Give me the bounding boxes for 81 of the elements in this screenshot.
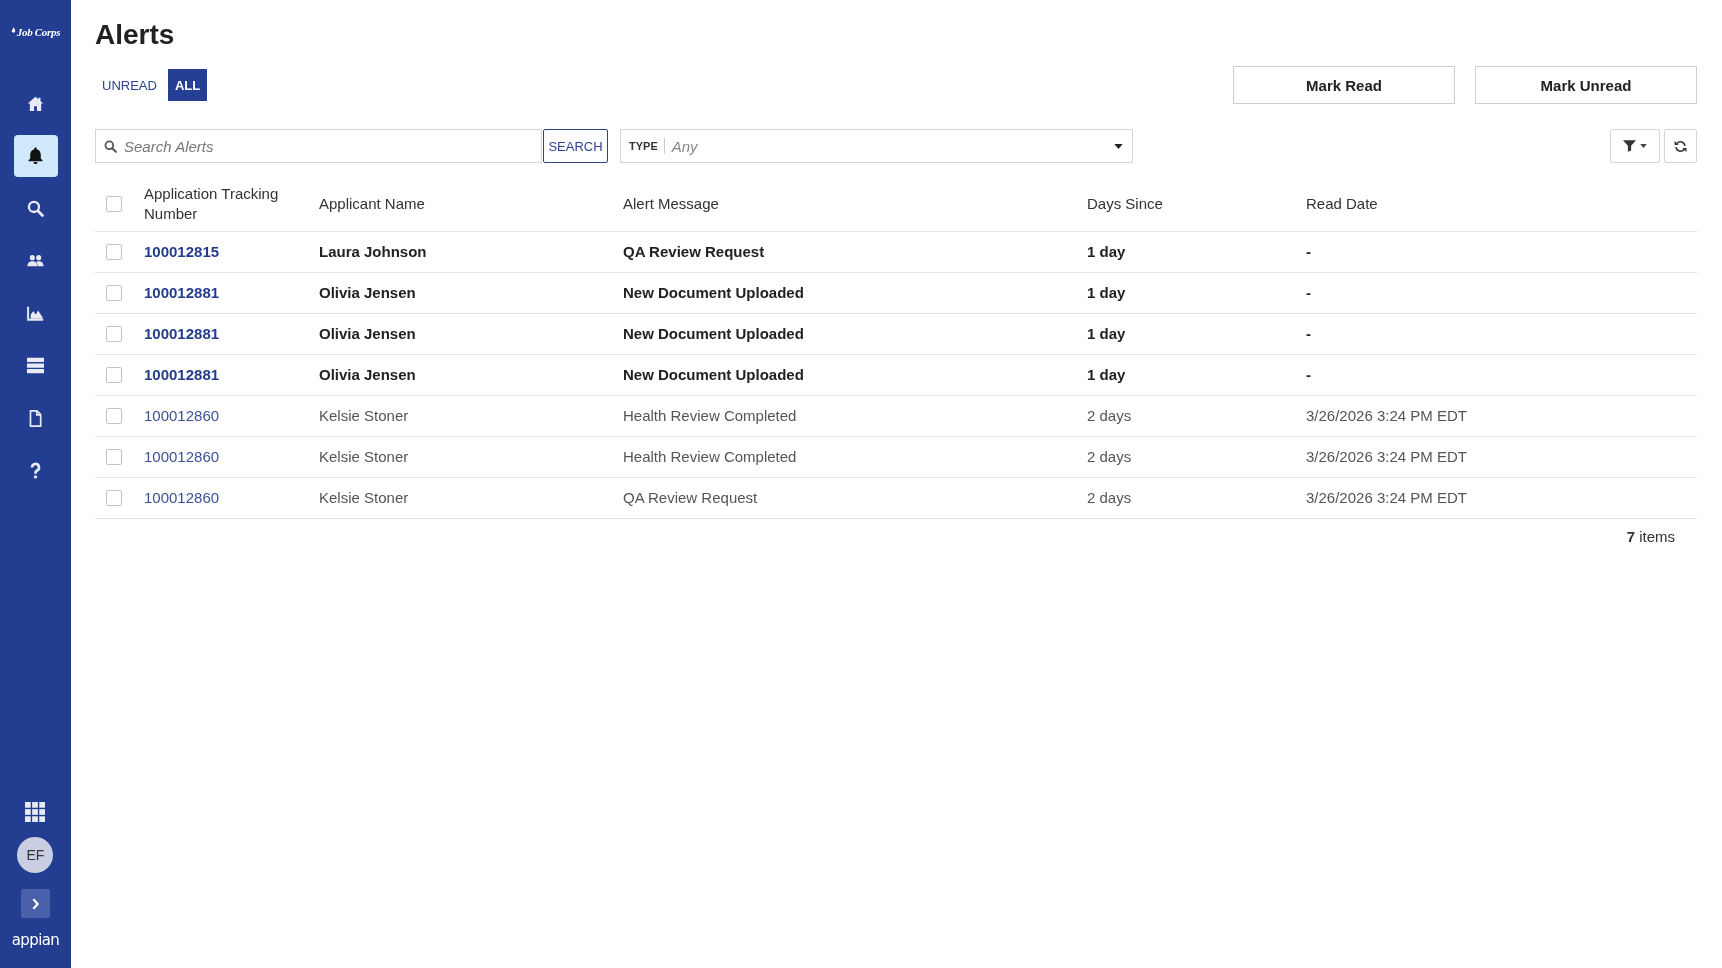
tracking-number-link[interactable]: 100012860 <box>144 448 220 465</box>
tracking-number-link[interactable]: 100012881 <box>144 366 220 383</box>
column-header[interactable]: Alert Message <box>623 194 1077 214</box>
search-button[interactable]: SEARCH <box>543 129 608 163</box>
funnel-icon <box>1623 140 1636 152</box>
table-cell: New Document Uploaded <box>623 284 804 301</box>
row-checkbox[interactable] <box>106 408 122 424</box>
list-icon <box>27 357 44 374</box>
expand-button[interactable] <box>21 889 50 918</box>
home-icon <box>27 94 44 112</box>
table-cell: Olivia Jensen <box>319 325 416 342</box>
row-checkbox[interactable] <box>106 326 122 342</box>
bell-icon <box>27 147 44 164</box>
row-checkbox[interactable] <box>106 449 122 465</box>
table-cell: QA Review Request <box>623 489 758 506</box>
table-cell: - <box>1306 243 1311 260</box>
column-header[interactable]: Days Since <box>1087 194 1296 214</box>
table-cell: Olivia Jensen <box>319 366 416 383</box>
row-checkbox[interactable] <box>106 490 122 506</box>
search-field[interactable]: Search Alerts <box>95 129 542 163</box>
column-header[interactable]: Read Date <box>1306 194 1687 214</box>
flame-icon <box>10 27 16 34</box>
table-cell: Olivia Jensen <box>319 284 416 301</box>
item-count: 7 items <box>1626 527 1675 547</box>
user-avatar[interactable]: EF <box>17 837 54 873</box>
tracking-number-link[interactable]: 100012815 <box>144 243 220 260</box>
column-header[interactable]: Applicant Name <box>319 194 613 214</box>
action-button[interactable]: Mark Read <box>1233 66 1455 104</box>
row-checkbox[interactable] <box>106 285 122 301</box>
nav-button[interactable] <box>13 134 58 177</box>
tracking-number-link[interactable]: 100012881 <box>144 325 220 342</box>
table-cell: Laura Johnson <box>319 243 427 260</box>
chevron-right-icon <box>32 897 39 910</box>
column-header[interactable]: Application Tracking Number <box>144 184 309 224</box>
brand-logo-text: appian <box>11 931 60 949</box>
table-cell: Kelsie Stoner <box>319 407 409 424</box>
table-cell: Kelsie Stoner <box>319 489 409 506</box>
filter-tab[interactable]: ALL <box>167 69 208 101</box>
row-checkbox[interactable] <box>106 244 122 260</box>
table-cell: 3/26/2026 3:24 PM EDT <box>1306 489 1467 506</box>
table-cell: New Document Uploaded <box>623 366 804 383</box>
table-cell: Health Review Completed <box>623 448 797 465</box>
table-cell: 3/26/2026 3:24 PM EDT <box>1306 448 1467 465</box>
table-cell: - <box>1306 366 1311 383</box>
table-cell: 3/26/2026 3:24 PM EDT <box>1306 407 1467 424</box>
logo-text: Job Corps <box>16 26 61 38</box>
page-title: Alerts <box>95 18 176 52</box>
table-cell: QA Review Request <box>623 243 765 260</box>
search-icon <box>27 199 44 217</box>
table-cell: 2 days <box>1087 489 1132 506</box>
table-cell: - <box>1306 325 1311 342</box>
caret-down-icon <box>1114 143 1123 149</box>
filter-tab[interactable]: UNREAD <box>95 69 164 101</box>
table-cell: 1 day <box>1087 284 1126 301</box>
table-cell: 2 days <box>1087 448 1132 465</box>
table-cell: - <box>1306 284 1311 301</box>
search-icon <box>104 140 117 153</box>
caret-down-icon <box>1640 144 1647 148</box>
row-checkbox[interactable] <box>106 367 122 383</box>
table-cell: Kelsie Stoner <box>319 448 409 465</box>
tracking-number-link[interactable]: 100012860 <box>144 407 220 424</box>
filter-button[interactable] <box>1610 129 1660 163</box>
refresh-icon <box>1674 139 1687 153</box>
area-chart-icon <box>27 304 44 322</box>
type-dropdown[interactable]: TYPE Any <box>620 129 1133 163</box>
app-grid-icon[interactable] <box>25 802 46 822</box>
table-cell: 1 day <box>1087 243 1126 260</box>
tracking-number-link[interactable]: 100012881 <box>144 284 220 301</box>
people-icon <box>27 252 44 269</box>
dropdown-placeholder: Any <box>671 137 699 155</box>
table-cell: Health Review Completed <box>623 407 797 424</box>
table-cell: 2 days <box>1087 407 1132 424</box>
action-button[interactable]: Mark Unread <box>1475 66 1697 104</box>
dropdown-label: TYPE <box>629 140 658 152</box>
table-cell: 1 day <box>1087 325 1126 342</box>
select-all-checkbox[interactable] <box>106 196 122 212</box>
tracking-number-link[interactable]: 100012860 <box>144 489 220 506</box>
refresh-button[interactable] <box>1664 129 1697 163</box>
table-cell: 1 day <box>1087 366 1126 383</box>
document-icon <box>27 409 44 427</box>
table-cell: New Document Uploaded <box>623 325 804 342</box>
